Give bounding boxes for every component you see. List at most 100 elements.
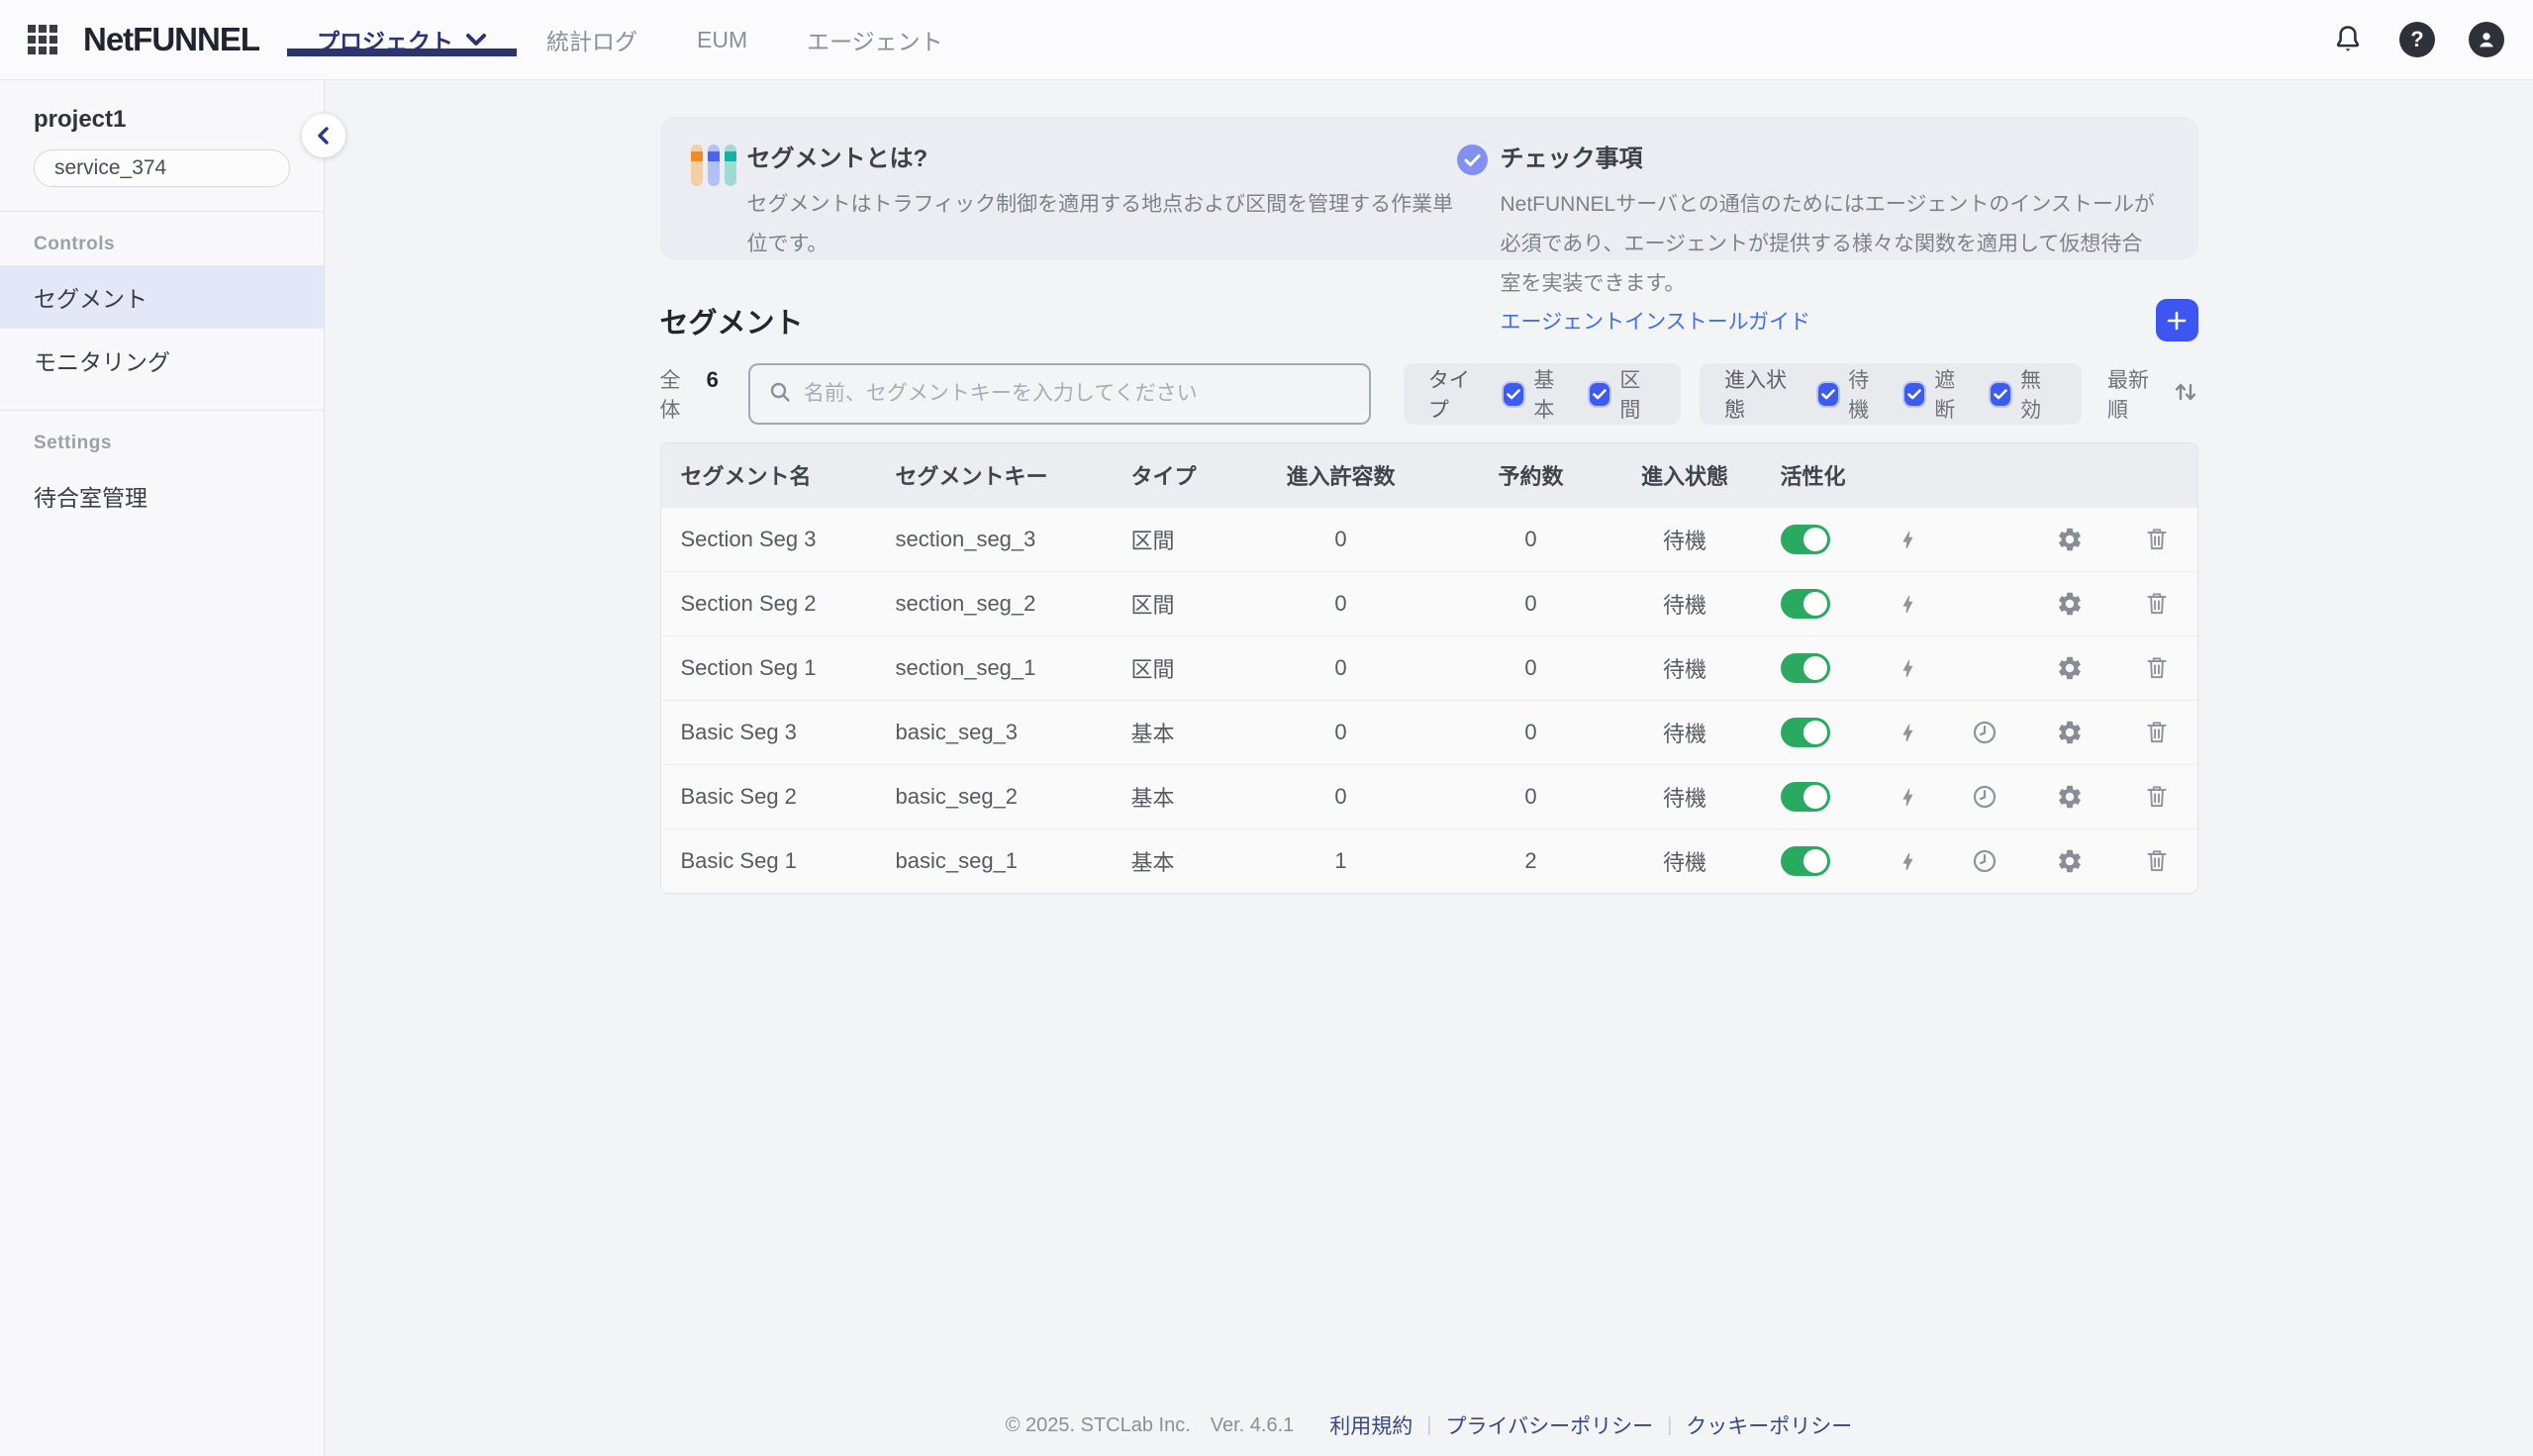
clock-icon[interactable] <box>1944 719 2025 746</box>
filter-checkbox-waiting[interactable]: 待機 <box>1818 364 1885 424</box>
trash-icon[interactable] <box>2114 719 2198 746</box>
filter-checkbox-section[interactable]: 区間 <box>1590 364 1656 424</box>
entry-state-filter-chip: 進入状態 待機 遮断 無効 <box>1700 363 2082 425</box>
service-select[interactable]: service_374 <box>34 149 290 187</box>
tab-project[interactable]: プロジェクト <box>287 23 517 56</box>
gear-icon[interactable] <box>2025 783 2114 811</box>
topbar: NetFUNNEL プロジェクト 統計ログ EUM エージェント ? <box>0 0 2533 80</box>
allowed-count: 0 <box>1250 784 1432 810</box>
allowed-count: 0 <box>1250 720 1432 745</box>
segment-type: 基本 <box>1131 845 1250 877</box>
lightning-icon[interactable] <box>1871 782 1944 812</box>
table-header-row: セグメント名 セグメントキー タイプ 進入許容数 予約数 進入状態 活性化 <box>661 443 2197 507</box>
project-name: project1 <box>34 106 290 134</box>
sort-button[interactable]: 最新順 <box>2107 364 2198 424</box>
lightning-icon[interactable] <box>1871 718 1944 747</box>
segment-name: Section Seg 2 <box>661 591 896 617</box>
tab-eum[interactable]: EUM <box>667 23 777 56</box>
filter-checkbox-blocked[interactable]: 遮断 <box>1904 364 1971 424</box>
segment-type: 区間 <box>1131 588 1250 620</box>
trash-icon[interactable] <box>2114 654 2198 682</box>
segment-type: 区間 <box>1131 524 1250 555</box>
cookie-policy-link[interactable]: クッキーポリシー <box>1686 1410 1852 1440</box>
filter-checkbox-basic[interactable]: 基本 <box>1504 364 1570 424</box>
tab-project-label: プロジェクト <box>317 23 453 56</box>
allowed-count: 0 <box>1250 527 1432 552</box>
info-card-title: セグメントとは? <box>747 143 1457 176</box>
segment-key: basic_seg_2 <box>896 784 1131 810</box>
table-row: Basic Seg 2 basic_seg_2 基本 0 0 待機 <box>661 764 2197 828</box>
add-segment-button[interactable] <box>2156 299 2198 341</box>
allowed-count: 0 <box>1250 655 1432 681</box>
gear-icon[interactable] <box>2025 654 2114 682</box>
gear-icon[interactable] <box>2025 719 2114 746</box>
check-info-card: チェック事項 NetFUNNELサーバとの通信のためにはエージェントのインストー… <box>1457 143 2159 259</box>
page-title: セグメント <box>660 300 804 341</box>
activation-toggle[interactable] <box>1781 782 1830 812</box>
lightning-icon[interactable] <box>1871 653 1944 683</box>
notification-bell-icon[interactable] <box>2329 21 2367 58</box>
activation-toggle[interactable] <box>1781 653 1830 683</box>
privacy-policy-link[interactable]: プライバシーポリシー <box>1445 1410 1653 1440</box>
trash-icon[interactable] <box>2114 783 2198 811</box>
agent-install-guide-link[interactable]: エージェントインストールガイド <box>1501 306 1811 336</box>
sidebar-item-segment[interactable]: セグメント <box>0 265 324 329</box>
segment-name: Basic Seg 3 <box>661 720 896 745</box>
table-row: Basic Seg 3 basic_seg_3 基本 0 0 待機 <box>661 700 2197 764</box>
gear-icon[interactable] <box>2025 847 2114 875</box>
gear-icon[interactable] <box>2025 590 2114 618</box>
activation-toggle[interactable] <box>1781 846 1830 876</box>
activation-toggle[interactable] <box>1781 525 1830 554</box>
checkbox-checked-icon <box>1904 383 1924 406</box>
col-segment-key: セグメントキー <box>896 459 1131 491</box>
segment-name: Section Seg 1 <box>661 655 896 681</box>
help-icon[interactable]: ? <box>2398 21 2436 58</box>
segment-key: section_seg_3 <box>896 527 1131 552</box>
entry-state: 待機 <box>1630 524 1740 555</box>
terms-link[interactable]: 利用規約 <box>1329 1410 1413 1440</box>
apps-grid-icon[interactable] <box>28 25 57 54</box>
check-card-title: チェック事項 <box>1501 143 2159 176</box>
clock-icon[interactable] <box>1944 847 2025 875</box>
entry-state: 待機 <box>1630 845 1740 877</box>
col-activation: 活性化 <box>1740 459 1871 491</box>
tab-agent[interactable]: エージェント <box>777 23 973 56</box>
filter-toolbar: 全体 6 タイプ 基本 <box>660 363 2198 425</box>
type-filter-chip: タイプ 基本 区間 <box>1404 363 1681 425</box>
tab-stats-log[interactable]: 統計ログ <box>517 23 667 56</box>
chevron-down-icon <box>465 33 487 47</box>
segment-key: basic_seg_1 <box>896 848 1131 874</box>
table-body: Section Seg 3 section_seg_3 区間 0 0 待機 Se… <box>661 507 2197 893</box>
clock-icon[interactable] <box>1944 783 2025 811</box>
gear-icon[interactable] <box>2025 526 2114 553</box>
account-avatar-icon[interactable] <box>2468 21 2505 58</box>
filter-checkbox-disabled[interactable]: 無効 <box>1991 364 2057 424</box>
segment-key: section_seg_2 <box>896 591 1131 617</box>
search-input[interactable] <box>804 382 1351 406</box>
checkbox-checked-icon <box>1991 383 2010 406</box>
sidebar-item-monitoring[interactable]: モニタリング <box>0 329 324 392</box>
entry-state: 待機 <box>1630 652 1740 684</box>
table-row: Basic Seg 1 basic_seg_1 基本 1 2 待機 <box>661 828 2197 893</box>
trash-icon[interactable] <box>2114 526 2198 553</box>
segment-type: 区間 <box>1131 652 1250 684</box>
segment-name: Section Seg 3 <box>661 527 896 552</box>
netfunnel-logo: NetFUNNEL <box>83 21 259 58</box>
lightning-icon[interactable] <box>1871 589 1944 619</box>
col-entry-state: 進入状態 <box>1630 459 1740 491</box>
sidebar-item-waiting-room[interactable]: 待合室管理 <box>0 464 324 528</box>
segment-search <box>748 363 1371 425</box>
lightning-icon[interactable] <box>1871 525 1944 554</box>
activation-toggle[interactable] <box>1781 718 1830 747</box>
col-reserved: 予約数 <box>1432 459 1630 491</box>
trash-icon[interactable] <box>2114 590 2198 618</box>
check-circle-icon <box>1457 145 1488 175</box>
checkbox-checked-icon <box>1818 383 1838 406</box>
segments-icon <box>691 145 736 186</box>
checkbox-checked-icon <box>1590 383 1609 406</box>
sidebar-collapse-button[interactable] <box>302 114 345 157</box>
lightning-icon[interactable] <box>1871 846 1944 876</box>
activation-toggle[interactable] <box>1781 589 1830 619</box>
trash-icon[interactable] <box>2114 847 2198 875</box>
reserved-count: 2 <box>1432 848 1630 874</box>
